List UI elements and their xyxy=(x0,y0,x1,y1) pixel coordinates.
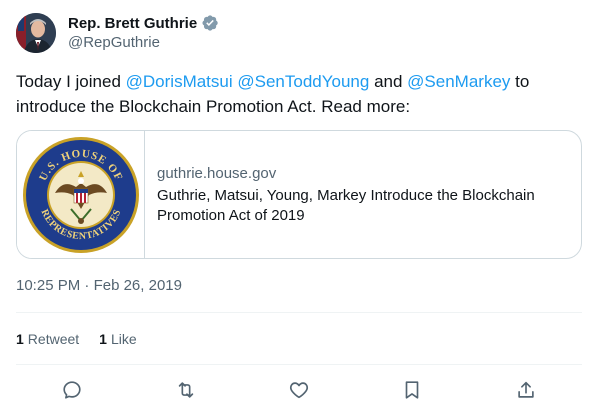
verified-badge-icon xyxy=(201,14,219,32)
author-handle[interactable]: @RepGuthrie xyxy=(68,33,219,53)
reply-icon xyxy=(63,381,81,399)
tweet-text-part: and xyxy=(369,72,408,91)
meta-separator: · xyxy=(80,277,94,294)
retweet-button[interactable] xyxy=(172,376,200,404)
card-image[interactable]: U.S. HOUSE OF REPRESENTATIVES xyxy=(17,131,145,258)
link-preview-card[interactable]: U.S. HOUSE OF REPRESENTATIVES guthrie.ho… xyxy=(16,130,582,259)
share-button[interactable] xyxy=(512,376,540,404)
profile-photo-icon xyxy=(16,13,56,53)
tweet-text: Today I joined @DorisMatsui @SenToddYoun… xyxy=(16,69,582,119)
avatar[interactable] xyxy=(16,13,56,53)
mention-doris-matsui[interactable]: @DorisMatsui xyxy=(126,72,233,91)
retweet-icon xyxy=(178,382,194,398)
divider xyxy=(16,364,582,365)
engagement-stats: 1 Retweet 1 Like xyxy=(16,328,157,350)
retweets-stat[interactable]: 1 Retweet xyxy=(16,331,79,347)
action-bar xyxy=(16,376,582,404)
tweet-text-part: Today I joined xyxy=(16,72,126,91)
mention-sen-markey[interactable]: @SenMarkey xyxy=(407,72,510,91)
likes-stat[interactable]: 1 Like xyxy=(99,331,136,347)
bookmark-icon xyxy=(405,381,419,399)
likes-label: Like xyxy=(110,331,137,347)
retweets-label: Retweet xyxy=(27,331,80,347)
card-title[interactable]: Guthrie, Matsui, Young, Markey Introduce… xyxy=(157,186,569,226)
mention-sen-todd-young[interactable]: @SenToddYoung xyxy=(237,72,369,91)
tweet-timestamp[interactable]: 10:25 PM · Feb 26, 2019 xyxy=(16,276,182,296)
bookmark-button[interactable] xyxy=(398,376,426,404)
reply-button[interactable] xyxy=(58,376,86,404)
card-domain: guthrie.house.gov xyxy=(157,164,277,182)
tweet-date[interactable]: Feb 26, 2019 xyxy=(94,277,182,294)
tweet-time[interactable]: 10:25 PM xyxy=(16,277,80,294)
share-icon xyxy=(518,381,534,398)
like-icon xyxy=(289,382,309,399)
us-house-seal-icon: U.S. HOUSE OF REPRESENTATIVES xyxy=(22,136,139,253)
author-display-name[interactable]: Rep. Brett Guthrie xyxy=(68,15,197,32)
tweet-header: Rep. Brett Guthrie @RepGuthrie xyxy=(16,12,219,54)
likes-count: 1 xyxy=(99,331,107,347)
retweets-count: 1 xyxy=(16,331,24,347)
divider xyxy=(16,312,582,313)
like-button[interactable] xyxy=(285,376,313,404)
